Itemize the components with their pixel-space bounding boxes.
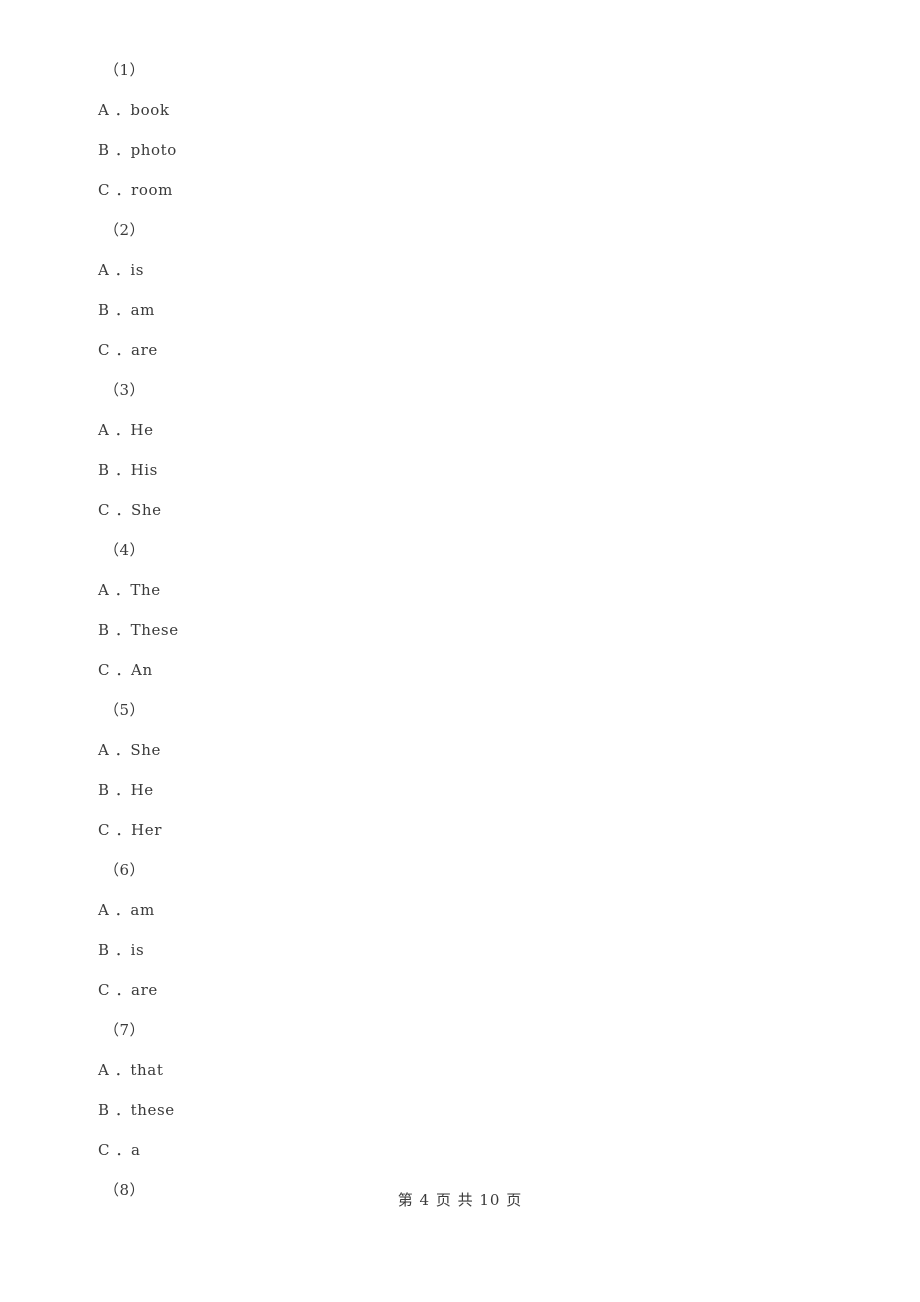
answer-option[interactable]: B ．He bbox=[0, 770, 920, 810]
page-footer: 第 4 页 共 10 页 bbox=[0, 1189, 920, 1210]
question-number: （2） bbox=[104, 221, 146, 239]
document-page: （1） A ．book B ．photo C ．room （2） A ．is B ．am C … bbox=[0, 0, 920, 1302]
question-group: （7） A ．that B ．these C ．a bbox=[0, 1010, 920, 1170]
answer-option[interactable]: C ．She bbox=[0, 490, 920, 530]
question-group: （4） A ．The B ．These C ．An bbox=[0, 530, 920, 690]
question-group: （6） A ．am B ．is C ．are bbox=[0, 850, 920, 1010]
question-number: （6） bbox=[104, 861, 146, 879]
question-group: （3） A ．He B ．His C ．She bbox=[0, 370, 920, 530]
answer-option[interactable]: B ．These bbox=[0, 610, 920, 650]
answer-option[interactable]: A ．book bbox=[0, 90, 920, 130]
answer-option[interactable]: C ．room bbox=[0, 170, 920, 210]
answer-option[interactable]: A ．She bbox=[0, 730, 920, 770]
answer-option[interactable]: A ．that bbox=[0, 1050, 920, 1090]
answer-option[interactable]: A ．He bbox=[0, 410, 920, 450]
answer-option[interactable]: B ．photo bbox=[0, 130, 920, 170]
answer-option[interactable]: C ．a bbox=[0, 1130, 920, 1170]
answer-option[interactable]: B ．His bbox=[0, 450, 920, 490]
question-number: （7） bbox=[104, 1021, 146, 1039]
answer-option[interactable]: C ．Her bbox=[0, 810, 920, 850]
question-group: （5） A ．She B ．He C ．Her bbox=[0, 690, 920, 850]
answer-option[interactable]: A ．The bbox=[0, 570, 920, 610]
question-number: （1） bbox=[104, 61, 146, 79]
answer-option[interactable]: A ．is bbox=[0, 250, 920, 290]
answer-option[interactable]: B ．am bbox=[0, 290, 920, 330]
question-number: （3） bbox=[104, 381, 146, 399]
question-list: （1） A ．book B ．photo C ．room （2） A ．is B ．am C … bbox=[0, 50, 920, 1210]
question-group: （2） A ．is B ．am C ．are bbox=[0, 210, 920, 370]
answer-option[interactable]: C ．An bbox=[0, 650, 920, 690]
page-number-text: 第 4 页 共 10 页 bbox=[397, 1191, 523, 1209]
answer-option[interactable]: C ．are bbox=[0, 970, 920, 1010]
answer-option[interactable]: A ．am bbox=[0, 890, 920, 930]
answer-option[interactable]: B ．is bbox=[0, 930, 920, 970]
question-number: （4） bbox=[104, 541, 146, 559]
question-number: （5） bbox=[104, 701, 146, 719]
question-group: （1） A ．book B ．photo C ．room bbox=[0, 50, 920, 210]
answer-option[interactable]: C ．are bbox=[0, 330, 920, 370]
answer-option[interactable]: B ．these bbox=[0, 1090, 920, 1130]
